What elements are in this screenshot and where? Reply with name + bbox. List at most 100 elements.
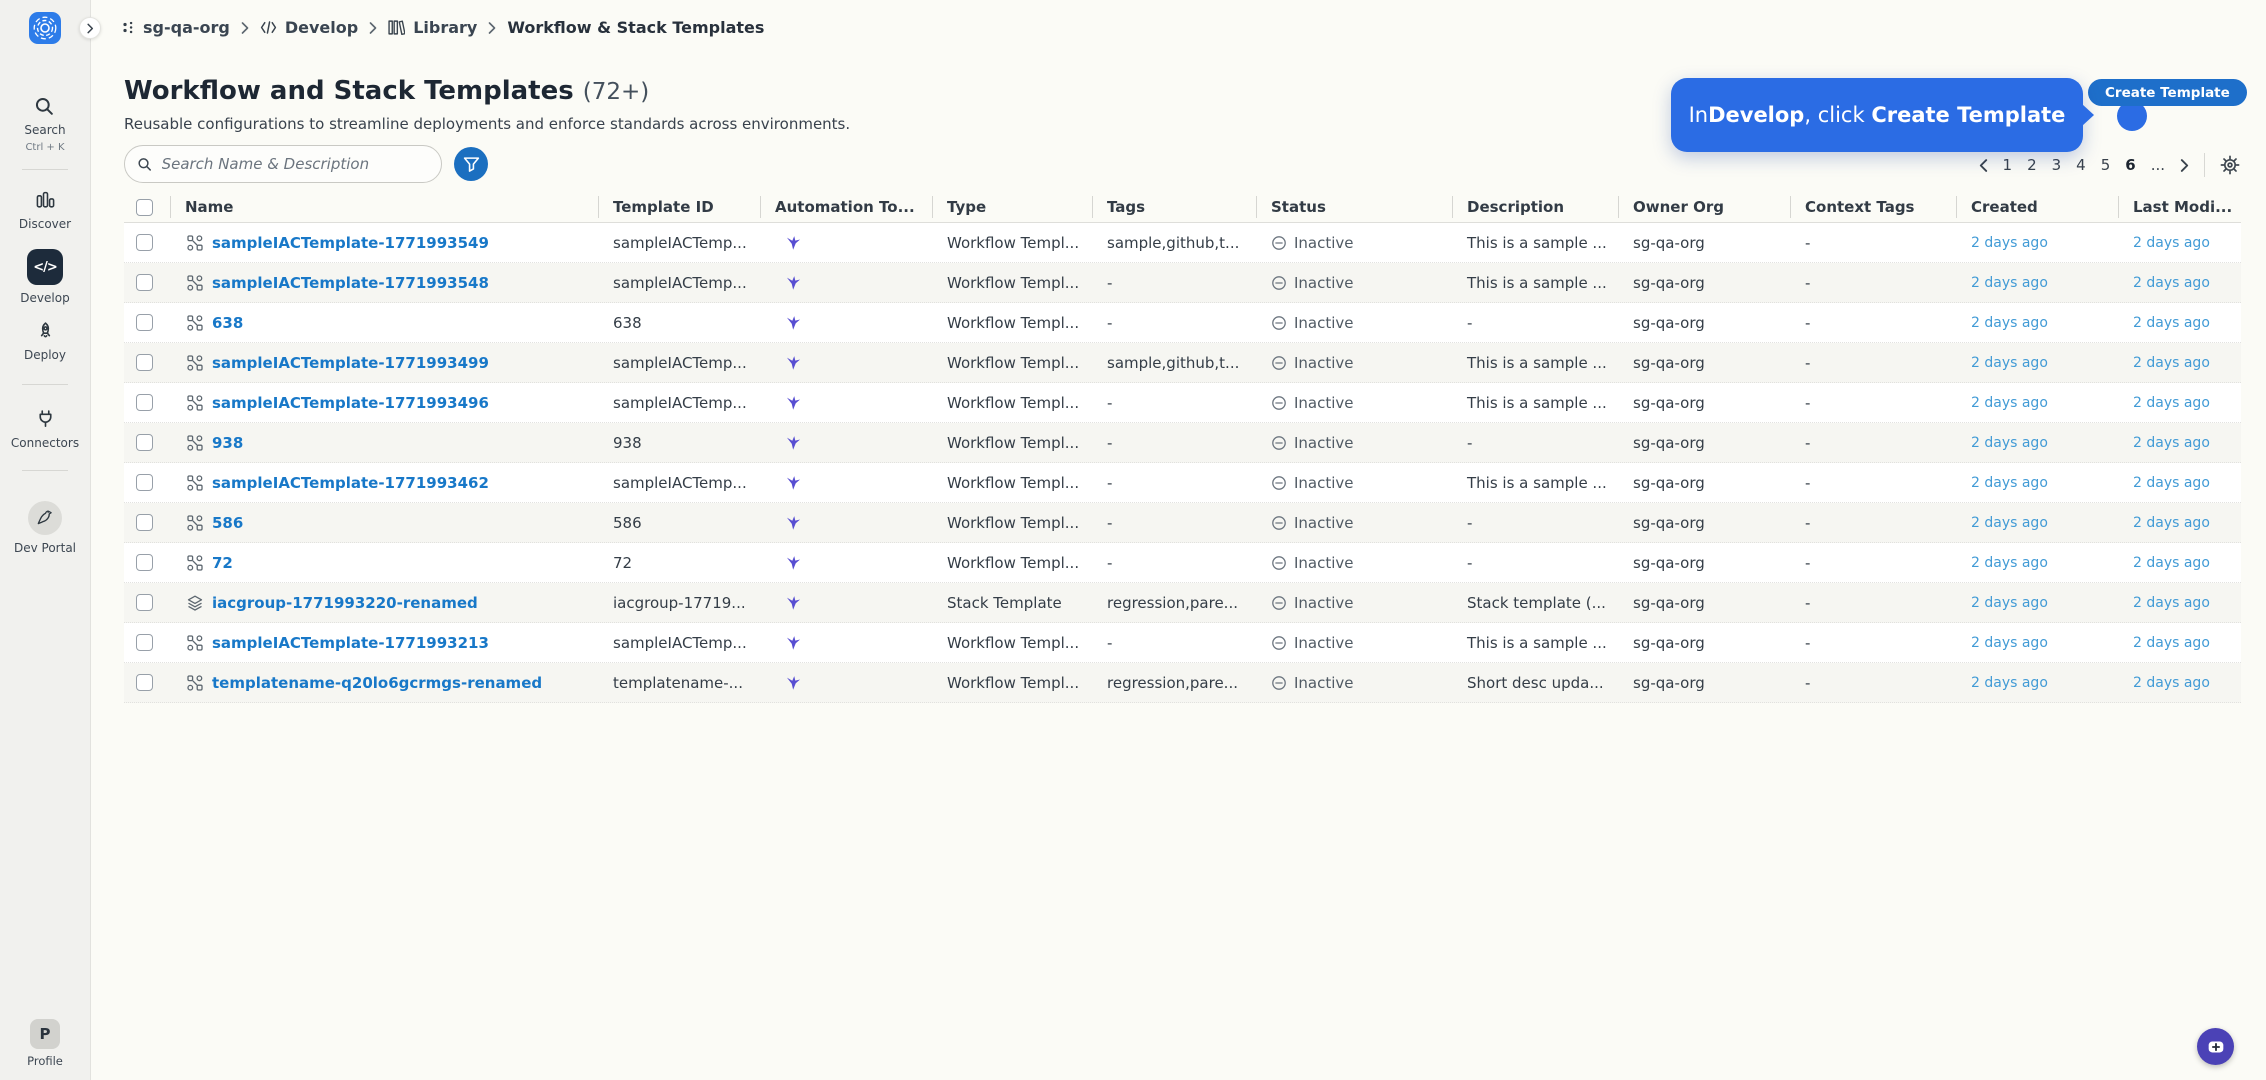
created-link[interactable]: 2 days ago <box>1956 663 2118 702</box>
template-name-link[interactable]: 938 <box>212 434 243 452</box>
last-modified-link[interactable]: 2 days ago <box>2118 463 2241 502</box>
row-checkbox[interactable] <box>136 314 153 331</box>
column-header-context-tags[interactable]: Context Tags <box>1790 192 1956 222</box>
table-row[interactable]: sampleIACTemplate-1771993213 sampleIACTe… <box>124 623 2241 663</box>
table-row[interactable]: 72 72 Workflow Templ... - Inactive - sg-… <box>124 543 2241 583</box>
created-link[interactable]: 2 days ago <box>1956 383 2118 422</box>
table-row[interactable]: sampleIACTemplate-1771993549 sampleIACTe… <box>124 223 2241 263</box>
table-row[interactable]: sampleIACTemplate-1771993499 sampleIACTe… <box>124 343 2241 383</box>
template-name-link[interactable]: sampleIACTemplate-1771993548 <box>212 274 489 292</box>
page-2-button[interactable]: 2 <box>2027 156 2037 174</box>
created-link[interactable]: 2 days ago <box>1956 623 2118 662</box>
template-name-link[interactable]: sampleIACTemplate-1771993496 <box>212 394 489 412</box>
breadcrumb-item-develop[interactable]: Develop <box>260 18 358 37</box>
next-page-button[interactable] <box>2180 159 2189 172</box>
sidebar-item-discover[interactable]: Discover <box>19 190 71 231</box>
last-modified-link[interactable]: 2 days ago <box>2118 423 2241 462</box>
create-template-button[interactable]: Create Template <box>2088 79 2247 106</box>
template-name-link[interactable]: sampleIACTemplate-1771993213 <box>212 634 489 652</box>
column-header-tags[interactable]: Tags <box>1092 192 1256 222</box>
assistant-fab-button[interactable] <box>2197 1028 2234 1065</box>
table-row[interactable]: sampleIACTemplate-1771993496 sampleIACTe… <box>124 383 2241 423</box>
row-checkbox[interactable] <box>136 554 153 571</box>
last-modified-link[interactable]: 2 days ago <box>2118 223 2241 262</box>
created-link[interactable]: 2 days ago <box>1956 303 2118 342</box>
created-link[interactable]: 2 days ago <box>1956 503 2118 542</box>
table-settings-button[interactable] <box>2220 155 2240 175</box>
last-modified-link[interactable]: 2 days ago <box>2118 303 2241 342</box>
sidebar-expand-button[interactable] <box>79 17 101 39</box>
table-row[interactable]: sampleIACTemplate-1771993548 sampleIACTe… <box>124 263 2241 303</box>
column-header-description[interactable]: Description <box>1452 192 1618 222</box>
table-row[interactable]: iacgroup-1771993220-renamed iacgroup-177… <box>124 583 2241 623</box>
column-header-name[interactable]: Name <box>170 192 598 222</box>
table-row[interactable]: 938 938 Workflow Templ... - Inactive - s… <box>124 423 2241 463</box>
row-checkbox[interactable] <box>136 594 153 611</box>
filter-button[interactable] <box>454 147 488 181</box>
template-name-link[interactable]: 638 <box>212 314 243 332</box>
template-name-link[interactable]: iacgroup-1771993220-renamed <box>212 594 478 612</box>
template-name-link[interactable]: templatename-q20lo6gcrmgs-renamed <box>212 674 542 692</box>
cell-name: 72 <box>170 543 598 582</box>
table-row[interactable]: 638 638 Workflow Templ... - Inactive - s… <box>124 303 2241 343</box>
created-link[interactable]: 2 days ago <box>1956 463 2118 502</box>
created-link[interactable]: 2 days ago <box>1956 543 2118 582</box>
last-modified-link[interactable]: 2 days ago <box>2118 583 2241 622</box>
sidebar-item-search[interactable]: Search Ctrl + K <box>24 96 65 153</box>
breadcrumb-item-library[interactable]: Library <box>388 18 477 37</box>
prev-page-button[interactable] <box>1979 159 1988 172</box>
created-link[interactable]: 2 days ago <box>1956 343 2118 382</box>
table-row[interactable]: templatename-q20lo6gcrmgs-renamed templa… <box>124 663 2241 703</box>
sidebar-item-connectors[interactable]: Connectors <box>11 409 79 450</box>
sidebar-item-profile[interactable]: P Profile <box>0 1019 90 1068</box>
column-header-last-modified[interactable]: Last Modi... <box>2118 192 2241 222</box>
page-3-button[interactable]: 3 <box>2052 156 2062 174</box>
app-logo[interactable] <box>29 12 61 44</box>
row-checkbox[interactable] <box>136 514 153 531</box>
sidebar-item-develop[interactable]: </> Develop <box>20 249 69 305</box>
column-header-type[interactable]: Type <box>932 192 1092 222</box>
row-checkbox[interactable] <box>136 394 153 411</box>
row-checkbox[interactable] <box>136 354 153 371</box>
breadcrumb-item-org[interactable]: sg-qa-org <box>122 18 230 37</box>
template-name-link[interactable]: 586 <box>212 514 243 532</box>
template-name-link[interactable]: sampleIACTemplate-1771993462 <box>212 474 489 492</box>
row-checkbox[interactable] <box>136 274 153 291</box>
created-link[interactable]: 2 days ago <box>1956 223 2118 262</box>
select-all-checkbox[interactable] <box>136 199 153 216</box>
created-link[interactable]: 2 days ago <box>1956 583 2118 622</box>
breadcrumb: sg-qa-org Develop Library Workflow & Sta… <box>91 0 2266 55</box>
column-header-owner-org[interactable]: Owner Org <box>1618 192 1790 222</box>
sidebar-item-deploy[interactable]: Deploy <box>24 321 66 362</box>
search-box[interactable] <box>124 145 442 183</box>
last-modified-link[interactable]: 2 days ago <box>2118 543 2241 582</box>
last-modified-link[interactable]: 2 days ago <box>2118 503 2241 542</box>
template-name-link[interactable]: 72 <box>212 554 233 572</box>
row-checkbox[interactable] <box>136 674 153 691</box>
column-header-created[interactable]: Created <box>1956 192 2118 222</box>
page-6-button[interactable]: 6 <box>2125 156 2135 174</box>
row-checkbox[interactable] <box>136 474 153 491</box>
sidebar-item-dev-portal[interactable]: Dev Portal <box>14 501 76 555</box>
last-modified-link[interactable]: 2 days ago <box>2118 383 2241 422</box>
template-name-link[interactable]: sampleIACTemplate-1771993549 <box>212 234 489 252</box>
table-row[interactable]: sampleIACTemplate-1771993462 sampleIACTe… <box>124 463 2241 503</box>
column-header-automation-tool[interactable]: Automation To... <box>760 192 932 222</box>
page-1-button[interactable]: 1 <box>2003 156 2013 174</box>
created-link[interactable]: 2 days ago <box>1956 423 2118 462</box>
row-checkbox[interactable] <box>136 434 153 451</box>
last-modified-link[interactable]: 2 days ago <box>2118 663 2241 702</box>
template-name-link[interactable]: sampleIACTemplate-1771993499 <box>212 354 489 372</box>
column-header-template-id[interactable]: Template ID <box>598 192 760 222</box>
search-input[interactable] <box>162 155 429 173</box>
created-link[interactable]: 2 days ago <box>1956 263 2118 302</box>
last-modified-link[interactable]: 2 days ago <box>2118 623 2241 662</box>
table-row[interactable]: 586 586 Workflow Templ... - Inactive - s… <box>124 503 2241 543</box>
page-4-button[interactable]: 4 <box>2076 156 2086 174</box>
last-modified-link[interactable]: 2 days ago <box>2118 263 2241 302</box>
last-modified-link[interactable]: 2 days ago <box>2118 343 2241 382</box>
column-header-status[interactable]: Status <box>1256 192 1452 222</box>
row-checkbox[interactable] <box>136 234 153 251</box>
row-checkbox[interactable] <box>136 634 153 651</box>
page-5-button[interactable]: 5 <box>2101 156 2111 174</box>
